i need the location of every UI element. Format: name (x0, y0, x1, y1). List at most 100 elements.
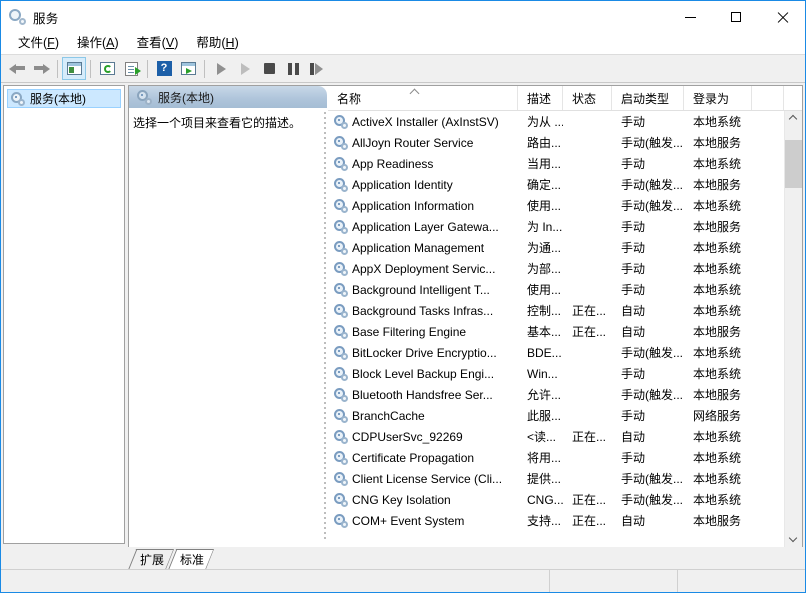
toolbar-separator (90, 59, 91, 78)
restart-service-button[interactable] (305, 57, 329, 80)
result-pane: 服务(本地) 选择一个项目来查看它的描述。 名称 描述 状态 启动类型 登录为 … (128, 85, 803, 569)
toolbar-separator (57, 59, 58, 78)
tab-extended[interactable]: 扩展 (128, 549, 174, 569)
view-tabs: 扩展 标准 (128, 547, 803, 569)
column-header-name[interactable]: 名称 (328, 86, 518, 110)
cell-desc: 此服... (527, 409, 562, 423)
cell-logon: 本地系统 (693, 451, 742, 465)
show-hide-console-tree-icon (66, 62, 82, 75)
services-gear-icon (334, 408, 348, 423)
cell-status: 正在... (572, 493, 607, 507)
table-row[interactable]: Application Management 为通... 手动 本地系统 (328, 237, 784, 258)
help-button[interactable]: ? (152, 57, 176, 80)
status-segment-2 (677, 570, 805, 592)
table-row[interactable]: Application Information 使用... 手动(触发... 本地系统 (328, 195, 784, 216)
table-row[interactable]: Bluetooth Handsfree Ser... 允许... 手动(触发... 本… (328, 384, 784, 405)
start-service-button[interactable] (209, 57, 233, 80)
sidebar-item-services-local[interactable]: 服务(本地) (7, 89, 121, 108)
column-header-log-on-as-label: 登录为 (693, 91, 730, 106)
table-row[interactable]: Client License Service (Cli... 提供... 手动(触发… (328, 468, 784, 489)
table-row[interactable]: Block Level Backup Engi... Win... 手动 本地系统 (328, 363, 784, 384)
cell-name: Application Management (328, 240, 518, 255)
table-row[interactable]: App Readiness 当用... 手动 本地系统 (328, 153, 784, 174)
table-row[interactable]: Background Tasks Infras... 控制... 正在... 自动 本地… (328, 300, 784, 321)
menu-help-label: 帮助( (196, 36, 226, 50)
scroll-up-button[interactable] (785, 111, 802, 128)
table-row[interactable]: Base Filtering Engine 基本... 正在... 自动 本地服务 (328, 321, 784, 342)
cell-startup: 手动 (621, 157, 646, 171)
cell-desc: 将用... (527, 451, 562, 465)
back-icon (8, 62, 26, 75)
scrollbar-thumb[interactable] (785, 140, 802, 189)
table-row[interactable]: CDPUserSvc_92269 <读... 正在... 自动 本地系统 (328, 426, 784, 447)
column-header-log-on-as[interactable]: 登录为 (684, 86, 752, 110)
close-button[interactable] (759, 1, 805, 33)
cell-startup: 手动 (621, 409, 646, 423)
cell-startup: 自动 (621, 304, 646, 318)
services-gear-icon (334, 303, 348, 318)
table-row[interactable]: AllJoyn Router Service 路由... 手动(触发... 本地服务 (328, 132, 784, 153)
column-header-description[interactable]: 描述 (518, 86, 563, 110)
properties-button[interactable] (176, 57, 200, 80)
tab-standard[interactable]: 标准 (168, 549, 214, 569)
menu-action[interactable]: 操作(A) (68, 33, 128, 54)
start-service-disabled-button[interactable] (233, 57, 257, 80)
menu-action-label: 操作( (76, 36, 107, 50)
cell-desc: BDE... (527, 345, 562, 360)
back-button[interactable] (5, 57, 29, 80)
cell-logon: 本地系统 (693, 115, 742, 129)
services-list: 名称 描述 状态 启动类型 登录为 ActiveX Installer (AxI… (327, 86, 802, 547)
cell-name: Certificate Propagation (328, 450, 518, 465)
cell-desc: 当用... (527, 157, 562, 171)
table-row[interactable]: BitLocker Drive Encryptio... BDE... 手动(触发.… (328, 342, 784, 363)
service-name-label: Base Filtering Engine (352, 324, 467, 339)
table-row[interactable]: BranchCache 此服... 手动 网络服务 (328, 405, 784, 426)
cell-logon: 本地系统 (693, 367, 742, 381)
cell-logon: 本地系统 (693, 430, 742, 444)
cell-desc: <读... (527, 430, 557, 444)
scroll-down-button[interactable] (785, 530, 802, 547)
table-row[interactable]: CNG Key Isolation CNG... 正在... 手动(触发... 本地系统 (328, 489, 784, 510)
menu-view[interactable]: 查看(V) (128, 33, 188, 54)
export-list-button[interactable] (119, 57, 143, 80)
menu-bar: 文件(F) 操作(A) 查看(V) 帮助(H) (1, 33, 805, 55)
cell-logon: 网络服务 (693, 409, 742, 423)
stop-service-button[interactable] (257, 57, 281, 80)
menu-help[interactable]: 帮助(H) (187, 33, 247, 54)
services-gear-icon (334, 135, 348, 150)
list-vertical-scrollbar[interactable] (784, 111, 802, 547)
scrollbar-track[interactable] (785, 128, 802, 530)
pause-service-icon (287, 62, 299, 75)
service-name-label: Application Layer Gatewa... (352, 219, 499, 234)
result-panel: 服务(本地) 选择一个项目来查看它的描述。 名称 描述 状态 启动类型 登录为 … (128, 85, 803, 547)
minimize-button[interactable] (667, 1, 713, 33)
service-name-label: Bluetooth Handsfree Ser... (352, 387, 493, 402)
column-header-startup-type[interactable]: 启动类型 (612, 86, 684, 110)
cell-name: Background Tasks Infras... (328, 303, 518, 318)
cell-status: 正在... (572, 514, 607, 528)
forward-button[interactable] (29, 57, 53, 80)
table-row[interactable]: ActiveX Installer (AxInstSV) 为从 ... 手动 本地系统 (328, 111, 784, 132)
toolbar-separator (204, 59, 205, 78)
menu-view-accel: V (165, 36, 175, 50)
table-row[interactable]: Certificate Propagation 将用... 手动 本地系统 (328, 447, 784, 468)
menu-file[interactable]: 文件(F) (9, 33, 68, 54)
refresh-button[interactable] (95, 57, 119, 80)
list-header: 名称 描述 状态 启动类型 登录为 (328, 86, 802, 111)
cell-name: ActiveX Installer (AxInstSV) (328, 114, 518, 129)
column-header-status[interactable]: 状态 (563, 86, 612, 110)
maximize-button[interactable] (713, 1, 759, 33)
show-hide-console-tree-button[interactable] (62, 57, 86, 80)
cell-startup: 手动 (621, 241, 646, 255)
cell-startup: 自动 (621, 430, 646, 444)
pause-service-button[interactable] (281, 57, 305, 80)
table-row[interactable]: Application Identity 确定... 手动(触发... 本地服务 (328, 174, 784, 195)
table-row[interactable]: Application Layer Gatewa... 为 In... 手动 本地服务 (328, 216, 784, 237)
cell-logon: 本地服务 (693, 220, 742, 234)
table-row[interactable]: AppX Deployment Servic... 为部... 手动 本地系统 (328, 258, 784, 279)
cell-status: 正在... (572, 430, 607, 444)
table-row[interactable]: Background Intelligent T... 使用... 手动 本地系统 (328, 279, 784, 300)
cell-name: CDPUserSvc_92269 (328, 429, 518, 444)
table-row[interactable]: COM+ Event System 支持... 正在... 自动 本地服务 (328, 510, 784, 531)
column-header-filler[interactable] (752, 86, 784, 110)
